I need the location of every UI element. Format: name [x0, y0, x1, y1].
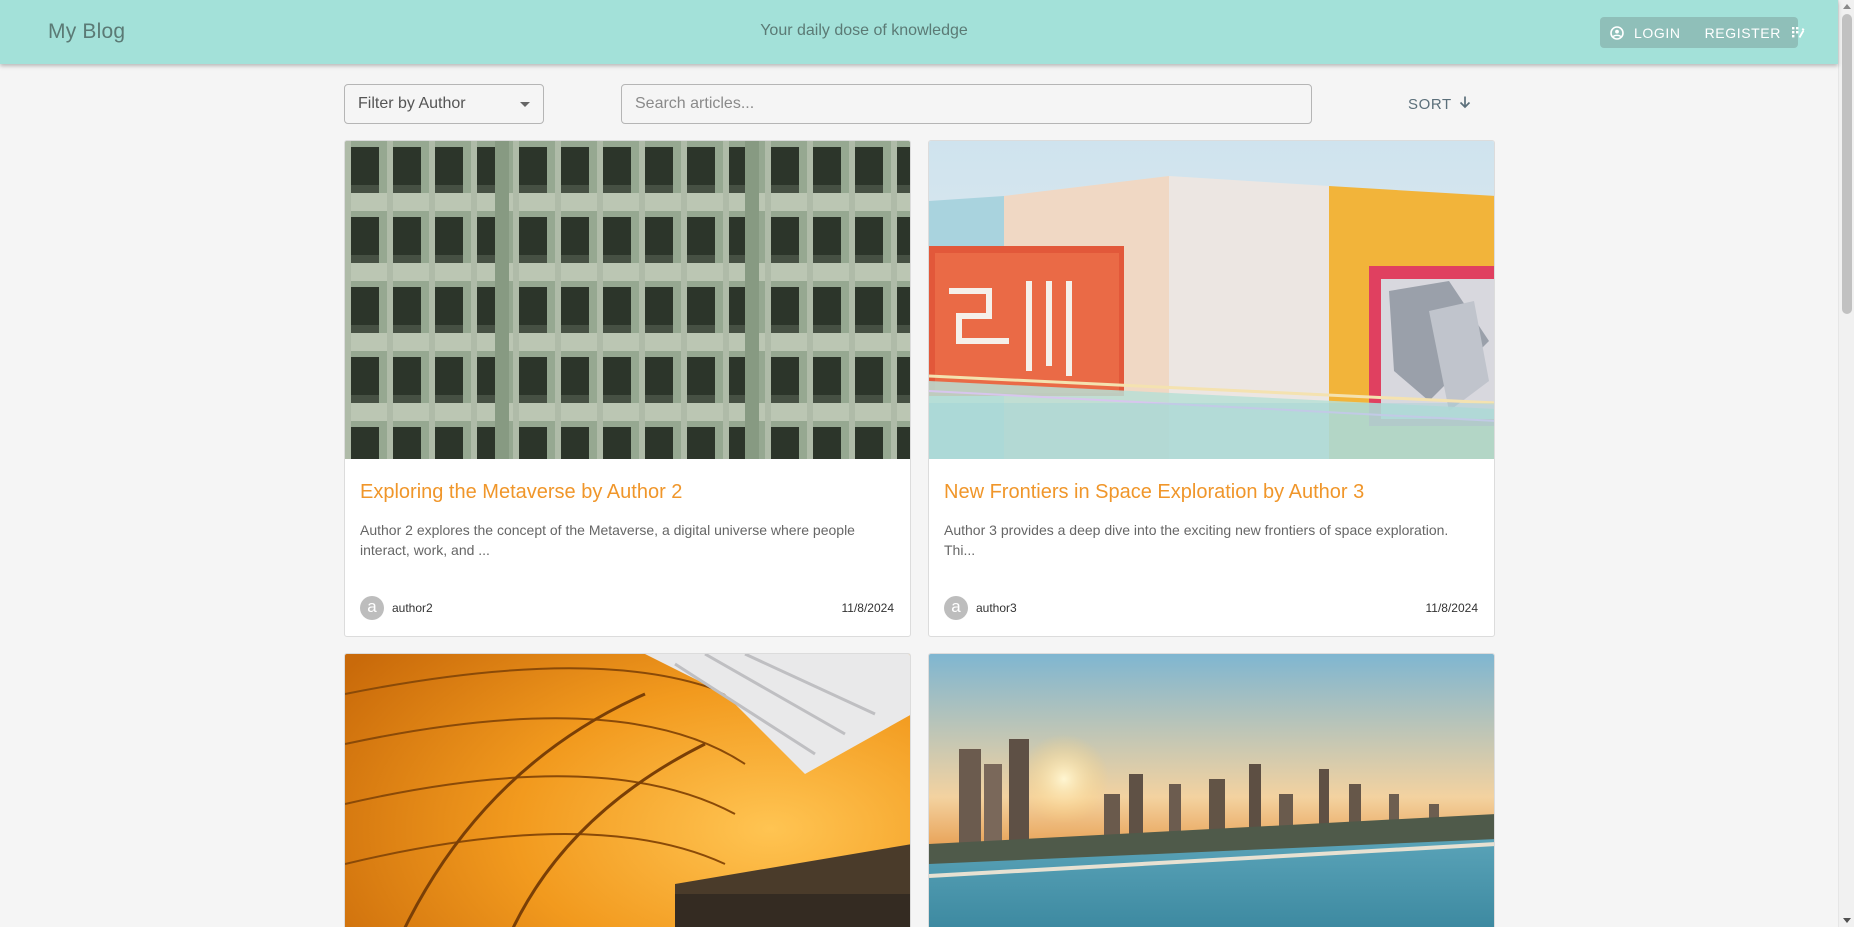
- article-card[interactable]: Exploring the Metaverse by Author 2 Auth…: [344, 140, 911, 637]
- article-image[interactable]: [345, 141, 910, 459]
- register-button[interactable]: REGISTER: [1681, 17, 1805, 48]
- auth-button-group: LOGIN REGISTER: [1600, 17, 1805, 48]
- arrow-down-icon: [1452, 95, 1472, 113]
- article-card[interactable]: [928, 653, 1495, 927]
- article-excerpt: Author 3 provides a deep dive into the e…: [944, 522, 1449, 558]
- author-name: author3: [976, 601, 1017, 615]
- author-filter-select[interactable]: Filter by Author: [344, 84, 544, 124]
- article-card[interactable]: New Frontiers in Space Exploration by Au…: [928, 140, 1495, 637]
- green-building-facade-photo: [345, 141, 910, 459]
- search-input[interactable]: [621, 84, 1312, 124]
- login-button[interactable]: LOGIN: [1600, 17, 1681, 48]
- article-date: 11/8/2024: [1425, 601, 1479, 615]
- article-date: 11/8/2024: [841, 601, 895, 615]
- scroll-up-icon[interactable]: [1843, 4, 1851, 9]
- tagline: Your daily dose of knowledge: [760, 22, 968, 39]
- article-image[interactable]: [345, 654, 910, 927]
- register-grid-icon: [1791, 26, 1805, 40]
- coastal-city-sunset-photo: [929, 654, 1494, 927]
- colorful-building-neon-photo: [929, 141, 1494, 459]
- app-header: My Blog Your daily dose of knowledge LOG…: [0, 0, 1838, 64]
- article-card[interactable]: [344, 653, 911, 927]
- article-image[interactable]: [929, 141, 1494, 459]
- avatar: a: [360, 596, 384, 620]
- article-image[interactable]: [929, 654, 1494, 927]
- author-filter-label: Filter by Author: [358, 95, 466, 112]
- sort-label: SORT: [1408, 95, 1452, 113]
- login-label: LOGIN: [1634, 24, 1681, 41]
- dropdown-arrow-icon: [520, 102, 530, 107]
- scroll-thumb[interactable]: [1842, 14, 1852, 314]
- scroll-down-icon[interactable]: [1843, 918, 1851, 923]
- author-name: author2: [392, 601, 433, 615]
- sort-button[interactable]: SORT: [1408, 92, 1472, 116]
- register-label: REGISTER: [1704, 24, 1781, 41]
- avatar: a: [944, 596, 968, 620]
- page-scrollbar[interactable]: [1838, 0, 1854, 927]
- article-excerpt: Author 2 explores the concept of the Met…: [360, 522, 855, 558]
- article-title[interactable]: Exploring the Metaverse by Author 2: [360, 481, 682, 504]
- account-circle-icon: [1610, 25, 1624, 40]
- orange-tunnel-photo: [345, 654, 910, 927]
- article-title[interactable]: New Frontiers in Space Exploration by Au…: [944, 481, 1364, 504]
